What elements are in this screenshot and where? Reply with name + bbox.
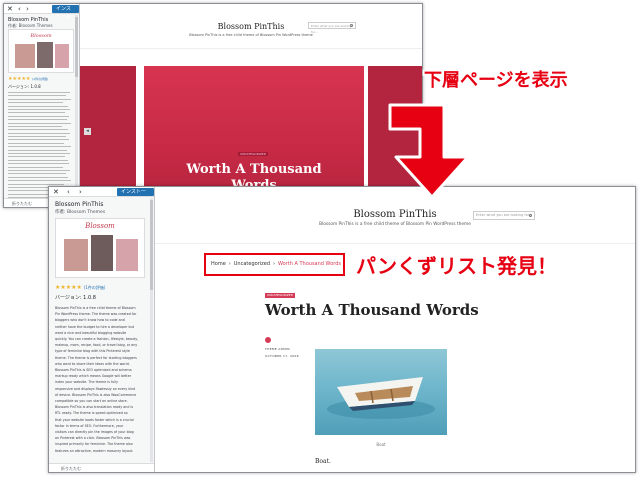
site-title[interactable]: Blossom PinThis — [80, 22, 422, 31]
customizer-topbar: ✕ ‹ › インストール — [49, 187, 154, 203]
chevron-left-icon[interactable]: ‹ — [18, 4, 21, 14]
annotation-subpage: 下層ページを表示 — [424, 70, 568, 91]
site-preview-post: Blossom PinThis Blossom PinThis is a fre… — [155, 187, 635, 472]
site-tagline: Blossom PinThis is a free child theme of… — [189, 33, 313, 37]
customizer-window-front: ✕ ‹ › インストール Blossom PinThis 作者: Blossom… — [48, 186, 636, 473]
theme-description-line: responsive and displays flawlessly on ev… — [55, 386, 136, 391]
customizer-topbar: ✕ ‹ › インストール — [4, 4, 79, 20]
slider-category[interactable]: UNCATEGORIZED — [238, 152, 268, 156]
install-button[interactable]: インストール — [52, 5, 79, 20]
theme-description-line: neither have the budget to hire a develo… — [55, 324, 135, 329]
post-category-badge[interactable]: UNCATEGORIZED — [265, 293, 295, 298]
screenshot-composite: ✕ ‹ › インストール Blossom PinThis 作者: Blossom… — [0, 0, 640, 480]
post-date: OCTOBER 17, 2008 — [265, 354, 299, 358]
author-avatar[interactable] — [265, 337, 271, 343]
theme-version: バージョン: 1.0.8 — [8, 84, 41, 89]
annotation-breadcrumb-found: パンくずリスト発見！ — [356, 254, 557, 278]
theme-logo: Blossom — [85, 222, 115, 230]
search-icon[interactable] — [350, 24, 353, 27]
arrow-down-icon — [388, 103, 470, 199]
theme-screenshot: Blossom — [55, 218, 145, 278]
post-content: Boat. — [315, 458, 331, 465]
star-rating-icon: ★★★★★ — [55, 284, 82, 291]
boat-image — [327, 377, 435, 419]
theme-name: Blossom PinThis — [55, 201, 104, 208]
install-button[interactable]: インストール — [117, 188, 154, 203]
site-title[interactable]: Blossom PinThis — [155, 209, 635, 220]
site-tagline: Blossom PinThis is a free child theme of… — [319, 222, 471, 227]
rating: ★★★★★ (1件の評価) — [55, 284, 106, 291]
customizer-panel-top: ✕ ‹ › インストール Blossom PinThis 作者: Blossom… — [4, 4, 80, 207]
search-input[interactable]: Enter what you are looking for... — [308, 22, 356, 34]
breadcrumb-highlight-box — [204, 253, 345, 276]
slider-prev-button[interactable]: ◂ — [84, 128, 91, 135]
post-author[interactable]: THEME ADMIN — [265, 347, 290, 351]
panel-scrollbar[interactable] — [75, 15, 78, 197]
search-input[interactable]: Enter what you are looking for... — [473, 211, 535, 220]
theme-description-line: that your website loads faster which is … — [55, 417, 134, 422]
chevron-left-icon[interactable]: ‹ — [67, 187, 70, 197]
panel-scrollbar[interactable] — [150, 198, 153, 462]
slider-current-slide[interactable]: UNCATEGORIZED Worth A Thousand Words — [144, 66, 364, 206]
theme-screenshot: Blossom — [8, 29, 74, 73]
theme-description: Blossom PinThis is a free child theme of… — [55, 305, 147, 454]
chevron-right-icon[interactable]: › — [26, 4, 29, 14]
customizer-footer: 折りたたむ — [49, 463, 154, 472]
theme-description-line: features an attractive, modern masonry l… — [55, 448, 134, 453]
close-icon[interactable]: ✕ — [7, 4, 13, 14]
collapse-button[interactable]: 折りたたむ — [61, 466, 81, 472]
star-rating-icon: ★★★★★ — [8, 76, 31, 82]
search-icon[interactable] — [529, 214, 532, 217]
chevron-right-icon[interactable]: › — [79, 187, 82, 197]
collapse-button[interactable]: 折りたたむ — [12, 201, 32, 207]
theme-version: バージョン: 1.0.8 — [55, 295, 96, 301]
slider-prev-slide — [80, 66, 136, 206]
theme-author: 作者: Blossom Themes — [55, 210, 106, 215]
rating-count-link[interactable]: (1件の評価) — [84, 285, 106, 290]
rating: ★★★★★ (1件の評価) — [8, 76, 48, 82]
search-placeholder: Enter what you are looking for... — [476, 213, 533, 217]
rating-count-link[interactable]: (1件の評価) — [32, 77, 48, 81]
site-preview-home: Blossom PinThis Blossom PinThis is a fre… — [80, 4, 422, 207]
post-title: Worth A Thousand Words — [265, 301, 479, 319]
customizer-panel-front: ✕ ‹ › インストール Blossom PinThis 作者: Blossom… — [49, 187, 155, 472]
post-featured-image — [315, 349, 447, 435]
theme-description-line: theme. The theme is perfect for starting… — [55, 355, 137, 360]
close-icon[interactable]: ✕ — [53, 187, 59, 197]
image-caption: Boat — [376, 442, 386, 447]
theme-logo: Blossom — [30, 33, 52, 39]
customizer-window-top: ✕ ‹ › インストール Blossom PinThis 作者: Blossom… — [3, 3, 423, 208]
